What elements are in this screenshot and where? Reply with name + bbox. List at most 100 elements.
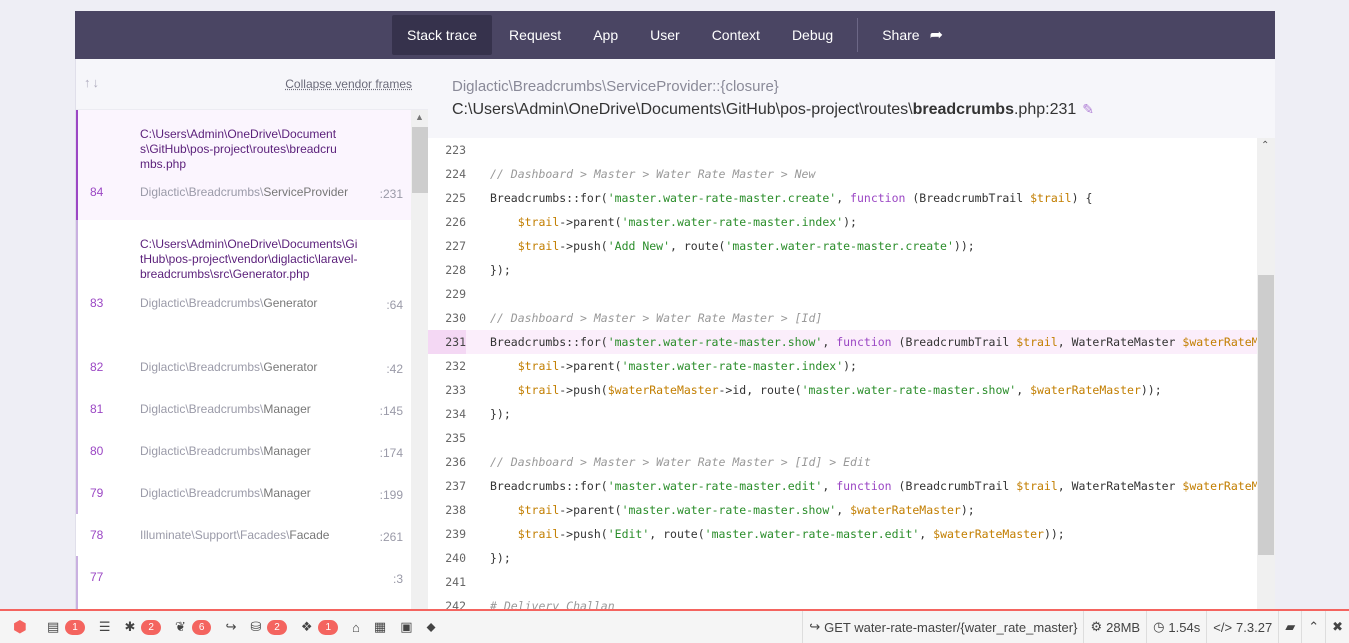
laravel-logo-icon[interactable]: ⬢ bbox=[0, 617, 40, 637]
session-tab[interactable]: ▣ bbox=[393, 611, 419, 643]
code-token: $trail bbox=[517, 215, 560, 229]
code-text: # Delivery Challan bbox=[466, 594, 615, 609]
frame-class-name: Manager bbox=[263, 444, 311, 458]
tab-user[interactable]: User bbox=[635, 15, 695, 55]
queries-badge: 2 bbox=[267, 619, 287, 635]
stack-frames-panel: ↑↓ Collapse vendor frames C:\Users\Admin… bbox=[75, 59, 428, 609]
line-number[interactable]: 231 bbox=[428, 330, 466, 354]
stack-frame[interactable]: C:\Users\Admin\OneDrive\Documents\GitHub… bbox=[76, 110, 411, 220]
collapse-vendor-frames-link[interactable]: Collapse vendor frames bbox=[285, 77, 412, 91]
stack-frame[interactable]: 79 Diglactic\Breadcrumbs\Manager:199 bbox=[76, 472, 411, 514]
code-icon: </> bbox=[1213, 619, 1233, 635]
code-text: Breadcrumbs::for('master.water-rate-mast… bbox=[466, 186, 1092, 210]
mails-tab[interactable]: ⌂ bbox=[345, 611, 367, 643]
line-number[interactable]: 233 bbox=[428, 378, 466, 402]
scroll-up-icon[interactable]: ⌃ bbox=[1261, 140, 1269, 151]
cogs-icon: ⚙ bbox=[1090, 619, 1103, 634]
frame-class-name: Generator bbox=[263, 360, 318, 374]
line-number[interactable]: 224 bbox=[428, 162, 466, 186]
line-number[interactable]: 238 bbox=[428, 498, 466, 522]
code-snippet: 223 224 // Dashboard > Master > Water Rate… bbox=[428, 138, 1257, 609]
route-info[interactable]: ↪ GET water-rate-master/{water_rate_maste… bbox=[802, 611, 1083, 643]
scroll-up-icon[interactable]: ▲ bbox=[415, 112, 424, 122]
line-number[interactable]: 240 bbox=[428, 546, 466, 570]
line-number[interactable]: 229 bbox=[428, 282, 466, 306]
line-number[interactable]: 241 bbox=[428, 570, 466, 594]
gate-tab[interactable]: ▦ bbox=[367, 611, 393, 643]
views-tab[interactable]: ❦ 6 bbox=[168, 611, 218, 643]
stack-frame[interactable]: 77:3 bbox=[76, 556, 411, 598]
frame-line-number: :42 bbox=[386, 362, 403, 376]
frame-class-name: Manager bbox=[263, 402, 311, 416]
frames-scrollbar[interactable]: ▲ bbox=[411, 110, 428, 609]
code-text: // Dashboard > Master > Water Rate Maste… bbox=[466, 162, 815, 186]
line-number[interactable]: 237 bbox=[428, 474, 466, 498]
tab-context[interactable]: Context bbox=[697, 15, 775, 55]
pencil-icon[interactable]: ✎ bbox=[1082, 101, 1094, 117]
tab-request[interactable]: Request bbox=[494, 15, 576, 55]
line-number[interactable]: 234 bbox=[428, 402, 466, 426]
stack-frame[interactable]: C:\Users\Admin\OneDrive\Documents\GitHub… bbox=[76, 220, 411, 346]
code-token: function bbox=[850, 191, 906, 205]
code-token: $trail bbox=[517, 239, 560, 253]
line-number[interactable]: 227 bbox=[428, 234, 466, 258]
queries-tab[interactable]: ⛁ 2 bbox=[243, 611, 293, 643]
line-number[interactable]: 242 bbox=[428, 594, 466, 609]
memory-info: ⚙ 28MB bbox=[1083, 611, 1146, 643]
stack-frame[interactable]: 78 Illuminate\Support\Facades\Facade:261 bbox=[76, 514, 411, 556]
frame-class-namespace: Illuminate\Support\Facades\ bbox=[140, 528, 290, 542]
code-token: $waterRateMaster bbox=[1182, 479, 1257, 493]
frame-number: 84 bbox=[90, 185, 104, 199]
code-token: ->push( bbox=[559, 383, 608, 397]
share-button[interactable]: Share ➦ bbox=[867, 15, 958, 55]
line-number[interactable]: 232 bbox=[428, 354, 466, 378]
exceptions-tab[interactable]: ✱ 2 bbox=[118, 611, 168, 643]
tab-app[interactable]: App bbox=[578, 15, 633, 55]
code-token: $waterRateMaster bbox=[850, 503, 961, 517]
code-token: ); bbox=[960, 503, 975, 517]
line-number[interactable]: 226 bbox=[428, 210, 466, 234]
messages-tab[interactable]: ▤ 1 bbox=[40, 611, 92, 643]
frame-nav-arrows-icon[interactable]: ↑↓ bbox=[84, 75, 101, 90]
maximize-button[interactable]: ⌃ bbox=[1301, 611, 1325, 643]
code-token: 'master.water-rate-master.create' bbox=[725, 239, 954, 253]
line-number[interactable]: 230 bbox=[428, 306, 466, 330]
line-number[interactable]: 236 bbox=[428, 450, 466, 474]
stack-frame[interactable]: 81 Diglactic\Breadcrumbs\Manager:145 bbox=[76, 388, 411, 430]
code-token: // Dashboard > Master > Water Rate Maste… bbox=[490, 311, 823, 325]
open-handler-button[interactable]: ▰ bbox=[1278, 611, 1301, 643]
frame-class-namespace: Diglactic\Breadcrumbs\ bbox=[140, 486, 264, 500]
request-tab[interactable]: ⬥ bbox=[420, 611, 443, 643]
stack-frame[interactable]: 80 Diglactic\Breadcrumbs\Manager:174 bbox=[76, 430, 411, 472]
stack-frame[interactable]: 82 Diglactic\Breadcrumbs\Generator:42 bbox=[76, 346, 411, 388]
tab-debug[interactable]: Debug bbox=[777, 15, 848, 55]
code-scrollbar[interactable]: ⌃ bbox=[1257, 138, 1275, 609]
frame-class-namespace: Diglactic\Breadcrumbs\ bbox=[140, 360, 264, 374]
code-line: 228}); bbox=[428, 258, 1257, 282]
line-number[interactable]: 235 bbox=[428, 426, 466, 450]
code-line: 232 $trail->parent('master.water-rate-ma… bbox=[428, 354, 1257, 378]
code-token: ->parent( bbox=[559, 503, 622, 517]
frame-number: 79 bbox=[90, 486, 104, 500]
close-button[interactable]: ✖ bbox=[1325, 611, 1349, 643]
code-line: 235 bbox=[428, 426, 1257, 450]
code-token: ); bbox=[843, 359, 857, 373]
models-tab[interactable]: ❖ 1 bbox=[294, 611, 345, 643]
frames-scroll-thumb[interactable] bbox=[412, 127, 428, 193]
line-number[interactable]: 223 bbox=[428, 138, 466, 162]
timeline-tab[interactable]: ☰ bbox=[92, 611, 118, 643]
code-scroll-thumb[interactable] bbox=[1258, 275, 1274, 555]
route-tab[interactable]: ↪ bbox=[218, 611, 243, 643]
timeline-icon: ☰ bbox=[98, 619, 111, 634]
line-number[interactable]: 239 bbox=[428, 522, 466, 546]
frame-number: 77 bbox=[90, 570, 104, 584]
tab-stack-trace[interactable]: Stack trace bbox=[392, 15, 493, 55]
line-number[interactable]: 228 bbox=[428, 258, 466, 282]
stack-frame[interactable]: 76Illuminate\Filesystem\Filesystem:107 bbox=[76, 598, 411, 609]
code-token: 'master.water-rate-master.edit' bbox=[704, 527, 920, 541]
code-token: 'master.water-rate-master.edit' bbox=[607, 479, 823, 493]
line-number[interactable]: 225 bbox=[428, 186, 466, 210]
code-token: function bbox=[836, 335, 892, 349]
method-name: ::{closure} bbox=[712, 78, 779, 95]
